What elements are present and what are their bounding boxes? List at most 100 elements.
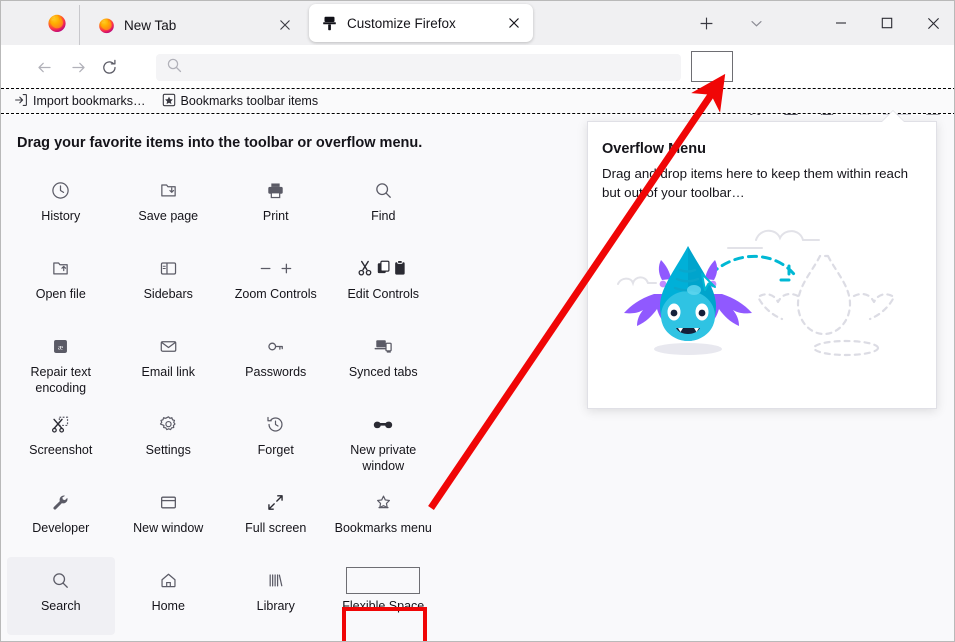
forward-button[interactable] (63, 52, 93, 82)
palette-item-open-file[interactable]: Open file (7, 245, 115, 323)
palette-item-library[interactable]: Library (222, 557, 330, 635)
palette-item-flexible-space[interactable]: Flexible Space (330, 557, 438, 635)
url-bar[interactable] (156, 54, 681, 81)
gear-icon (115, 411, 223, 437)
envelope-icon (115, 333, 223, 359)
palette-item-sidebars[interactable]: Sidebars (115, 245, 223, 323)
palette-item-label: New window (133, 521, 203, 537)
cut-copy-paste-icon (330, 255, 438, 281)
palette-item-print[interactable]: Print (222, 167, 330, 245)
new-tab-button[interactable] (691, 9, 721, 37)
palette-item-label: Save page (138, 209, 198, 225)
bookmark-star-icon (330, 489, 438, 515)
save-page-icon (115, 177, 223, 203)
bookmark-star-box-icon (162, 93, 181, 110)
palette-item-label: Developer (32, 521, 89, 537)
reload-button[interactable] (94, 52, 124, 82)
palette-item-bookmarks-menu[interactable]: Bookmarks menu (330, 479, 438, 557)
palette-item-label: Synced tabs (349, 365, 418, 381)
palette-item-screenshot[interactable]: Screenshot (7, 401, 115, 479)
forget-clock-icon (222, 411, 330, 437)
palette-item-history[interactable]: History (7, 167, 115, 245)
toolbar-drop-target[interactable] (691, 51, 733, 82)
palette-item-forget[interactable]: Forget (222, 401, 330, 479)
paintbrush-icon (321, 15, 338, 32)
palette-item-label: Flexible Space (342, 599, 424, 615)
palette-item-passwords[interactable]: Passwords (222, 323, 330, 401)
private-mask-icon (330, 411, 438, 437)
palette-item-label: Edit Controls (347, 287, 419, 303)
firefox-logo-icon (47, 13, 67, 33)
open-file-icon (7, 255, 115, 281)
palette-item-home[interactable]: Home (115, 557, 223, 635)
library-books-icon (222, 567, 330, 593)
list-all-tabs-button[interactable] (741, 9, 771, 37)
palette-item-synced-tabs[interactable]: Synced tabs (330, 323, 438, 401)
printer-icon (222, 177, 330, 203)
palette-item-label: History (41, 209, 80, 225)
palette-item-new-private-window[interactable]: New private window (330, 401, 438, 479)
minimize-button[interactable] (818, 1, 864, 45)
palette-item-label: Home (152, 599, 185, 615)
home-icon (115, 567, 223, 593)
tab-title: New Tab (124, 18, 274, 33)
tab-bar: New Tab Customize Firefox (1, 1, 955, 45)
palette-item-repair-text-encoding[interactable]: æ Repair text encoding (7, 323, 115, 401)
navigation-toolbar (1, 45, 955, 88)
palette-item-developer[interactable]: Developer (7, 479, 115, 557)
tab-title: Customize Firefox (347, 16, 503, 31)
tab-new-tab[interactable]: New Tab (86, 5, 304, 45)
dino-drag-drop-illustration (606, 222, 920, 397)
palette-item-full-screen[interactable]: Full screen (222, 479, 330, 557)
window-icon (115, 489, 223, 515)
palette-item-label: New private window (333, 443, 433, 474)
palette-item-find[interactable]: Find (330, 167, 438, 245)
palette-row: Screenshot Settings (7, 401, 437, 479)
close-icon[interactable] (503, 12, 525, 34)
palette-item-email-link[interactable]: Email link (115, 323, 223, 401)
palette-item-label: Open file (36, 287, 86, 303)
tab-customize-firefox[interactable]: Customize Firefox (309, 4, 533, 42)
palette-item-label: Passwords (245, 365, 306, 381)
minus-plus-icon (222, 255, 330, 281)
back-button[interactable] (29, 52, 59, 82)
palette-item-label: Settings (146, 443, 191, 459)
palette-item-save-page[interactable]: Save page (115, 167, 223, 245)
bookmarks-toolbar: Import bookmarks… Bookmarks toolbar item… (1, 88, 955, 114)
bookmark-toolbar-items[interactable]: Bookmarks toolbar items (159, 91, 322, 112)
palette-item-new-window[interactable]: New window (115, 479, 223, 557)
panel-description: Drag and drop items here to keep them wi… (602, 165, 922, 203)
palette-row: Developer New window Full screen (7, 479, 437, 557)
palette-row: Search Home Library (7, 557, 437, 635)
palette-item-label: Email link (142, 365, 196, 381)
palette-item-settings[interactable]: Settings (115, 401, 223, 479)
palette-item-label: Full screen (245, 521, 306, 537)
synced-devices-icon (330, 333, 438, 359)
close-icon[interactable] (274, 14, 296, 36)
palette-item-edit-controls[interactable]: Edit Controls (330, 245, 438, 323)
bookmark-import-bookmarks[interactable]: Import bookmarks… (11, 91, 149, 112)
wrench-icon (7, 489, 115, 515)
palette-item-label: Library (257, 599, 295, 615)
palette-item-label: Forget (258, 443, 294, 459)
text-encoding-icon: æ (7, 333, 115, 359)
window-controls (818, 1, 955, 45)
palette-item-zoom-controls[interactable]: Zoom Controls (222, 245, 330, 323)
firefox-logo-icon (98, 17, 115, 34)
magnifier-icon (7, 567, 115, 593)
browser-window: New Tab Customize Firefox (0, 0, 955, 642)
close-button[interactable] (910, 1, 955, 45)
bookmark-label: Bookmarks toolbar items (181, 94, 319, 108)
search-icon (166, 57, 182, 78)
palette-grid: History Save page Print (7, 167, 437, 635)
palette-item-label: Find (371, 209, 395, 225)
maximize-button[interactable] (864, 1, 910, 45)
overflow-menu-panel: Overflow Menu Drag and drop items here t… (587, 121, 937, 409)
palette-item-label: Screenshot (29, 443, 92, 459)
palette-row: Open file Sidebars Zoom Controls (7, 245, 437, 323)
palette-item-search[interactable]: Search (7, 557, 115, 635)
tabbar-divider (79, 5, 80, 45)
palette-item-label: Sidebars (144, 287, 193, 303)
palette-row: æ Repair text encoding Email link Passwo… (7, 323, 437, 401)
panel-title: Overflow Menu (602, 141, 706, 157)
